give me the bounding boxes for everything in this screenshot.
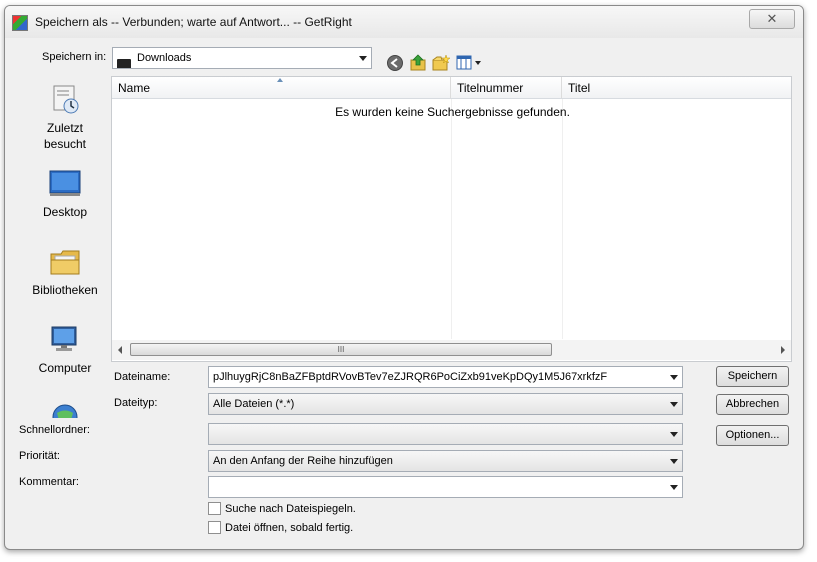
libraries-icon xyxy=(48,246,82,278)
options-button[interactable]: Optionen... xyxy=(716,425,789,446)
back-icon[interactable] xyxy=(386,54,404,72)
filetype-select[interactable]: Alle Dateien (*.*) xyxy=(208,393,683,415)
checkbox-box[interactable] xyxy=(208,521,221,534)
chevron-down-icon xyxy=(670,485,678,490)
filename-label: Dateiname: xyxy=(114,371,171,383)
place-desktop[interactable]: Desktop xyxy=(17,168,113,220)
quickfolder-select[interactable] xyxy=(208,423,683,445)
chevron-down-icon xyxy=(670,432,678,437)
computer-icon xyxy=(48,324,82,356)
network-icon xyxy=(48,400,82,418)
column-divider xyxy=(451,99,452,339)
checkbox-label: Suche nach Dateispiegeln. xyxy=(225,503,356,515)
places-bar: Zuletzt besucht Desktop Bibliotheken Com… xyxy=(17,78,113,418)
place-computer[interactable]: Computer xyxy=(17,324,113,376)
close-button[interactable]: ✕ xyxy=(749,9,795,29)
place-label: Computer xyxy=(38,361,92,375)
comment-combo[interactable] xyxy=(208,476,683,498)
priority-select[interactable]: An den Anfang der Reihe hinzufügen xyxy=(208,450,683,472)
scroll-left-icon[interactable] xyxy=(118,346,122,354)
column-header-title[interactable]: Titel xyxy=(562,77,791,99)
save-as-dialog: Speichern als -- Verbunden; warte auf An… xyxy=(4,5,804,550)
comment-label: Kommentar: xyxy=(19,476,79,488)
desktop-icon xyxy=(48,168,82,200)
place-label: besucht xyxy=(43,137,87,151)
chevron-down-icon xyxy=(670,402,678,407)
getright-app-icon xyxy=(12,15,28,31)
empty-results-message: Es wurden keine Suchergebnisse gefunden. xyxy=(335,105,570,119)
filetype-label: Dateityp: xyxy=(114,397,158,409)
save-in-combo[interactable]: Downloads xyxy=(112,47,372,69)
save-in-label: Speichern in: xyxy=(42,51,107,63)
filename-combo[interactable]: pJlhuygRjC8nBaZFBptdRVovBTev7eZJRQR6PoCi… xyxy=(208,366,683,388)
up-folder-icon[interactable] xyxy=(409,54,427,72)
title-bar: Speichern als -- Verbunden; warte auf An… xyxy=(5,6,803,38)
column-divider xyxy=(562,99,563,339)
scroll-thumb[interactable]: III xyxy=(130,343,552,356)
open-when-done-checkbox[interactable]: Datei öffnen, sobald fertig. xyxy=(208,521,353,534)
place-label: Bibliotheken xyxy=(32,283,98,297)
chevron-down-icon xyxy=(359,56,367,61)
new-folder-icon[interactable] xyxy=(432,54,450,72)
save-button[interactable]: Speichern xyxy=(716,366,789,387)
filename-value: pJlhuygRjC8nBaZFBptdRVovBTev7eZJRQR6PoCi… xyxy=(213,371,608,383)
quickfolder-label: Schnellordner: xyxy=(19,424,90,436)
sort-ascending-icon xyxy=(277,78,283,82)
window-title: Speichern als -- Verbunden; warte auf An… xyxy=(35,15,352,29)
place-recent[interactable]: Zuletzt besucht xyxy=(17,84,113,152)
place-label: Desktop xyxy=(42,205,88,219)
file-list[interactable]: Name Titelnummer Titel Es wurden keine S… xyxy=(111,76,792,362)
save-in-location: Downloads xyxy=(137,52,192,64)
checkbox-box[interactable] xyxy=(208,502,221,515)
chevron-down-icon xyxy=(670,375,678,380)
scroll-right-icon[interactable] xyxy=(781,346,785,354)
filetype-value: Alle Dateien (*.*) xyxy=(213,398,295,410)
search-mirrors-checkbox[interactable]: Suche nach Dateispiegeln. xyxy=(208,502,356,515)
recent-places-icon xyxy=(48,84,82,116)
folder-icon xyxy=(117,59,131,68)
view-menu-icon[interactable] xyxy=(456,54,486,72)
place-network[interactable] xyxy=(17,400,113,418)
place-label: Zuletzt xyxy=(46,121,83,135)
chevron-down-icon xyxy=(670,459,678,464)
column-header-track-number[interactable]: Titelnummer xyxy=(451,77,562,99)
horizontal-scrollbar[interactable]: III xyxy=(112,340,791,360)
cancel-button[interactable]: Abbrechen xyxy=(716,394,789,415)
checkbox-label: Datei öffnen, sobald fertig. xyxy=(225,522,354,534)
priority-value: An den Anfang der Reihe hinzufügen xyxy=(213,455,393,467)
priority-label: Priorität: xyxy=(19,450,60,462)
place-libraries[interactable]: Bibliotheken xyxy=(17,246,113,298)
